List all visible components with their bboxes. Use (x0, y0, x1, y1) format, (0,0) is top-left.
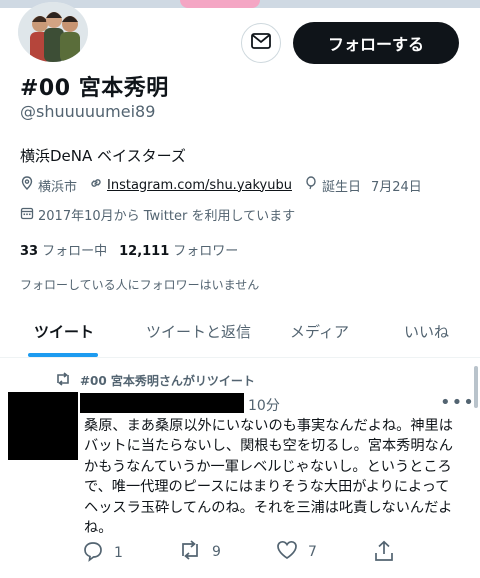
birthday-date: 7月24日 (370, 179, 422, 195)
retweet-label[interactable]: #00 宮本秀明さんがリツイート (80, 372, 255, 389)
tweet-line: かもうなんていうか一軍レベルじゃないし。というところ (84, 458, 452, 475)
scrollbar[interactable] (474, 366, 478, 408)
tab-likes[interactable]: いいね (404, 321, 449, 342)
heart-icon (276, 540, 308, 564)
tweet-line: で、唯一代理のピースにはまりそうな大田がよりによって (84, 479, 450, 496)
like-button[interactable]: 7 (276, 540, 317, 564)
following-label: フォロー中 (42, 244, 108, 259)
link-icon (89, 176, 107, 194)
joined-info: 2017年10月から Twitter を利用しています (20, 205, 295, 224)
calendar-icon (20, 206, 38, 224)
balloon-icon (304, 176, 322, 194)
retweet-button[interactable]: 9 (178, 540, 221, 564)
tab-tweets-and-replies[interactable]: ツイートと返信 (146, 321, 251, 342)
followers-label: フォロワー (173, 244, 239, 259)
tab-media[interactable]: メディア (290, 321, 349, 342)
profile-handle: @shuuuuumei89 (20, 102, 156, 121)
tweet-actions: 1 9 7 (82, 540, 462, 566)
reply-count: 1 (114, 545, 123, 561)
more-options-button[interactable]: ••• (440, 392, 475, 413)
following-count: 33 (20, 244, 39, 259)
reply-button[interactable]: 1 (82, 540, 123, 566)
tab-tweets[interactable]: ツイート (34, 321, 94, 342)
retweet-icon (54, 372, 80, 389)
birthday-item: 誕生日 7月24日 (304, 176, 422, 195)
share-icon (374, 540, 404, 566)
share-button[interactable] (374, 540, 404, 566)
website-item[interactable]: Instagram.com/shu.yakyubu (89, 176, 292, 194)
redacted-avatar (8, 392, 78, 460)
avatar[interactable] (18, 2, 88, 62)
retweet-icon (178, 540, 212, 564)
mail-icon (251, 33, 271, 53)
profile-name: #00 宮本秀明 (20, 76, 169, 101)
profile-bio: 横浜DeNA ベイスターズ (20, 147, 186, 165)
banner-artwork (180, 0, 260, 8)
location-pin-icon (20, 176, 38, 194)
profile-tabs: ツイート ツイートと返信 メディア いいね (0, 307, 480, 358)
tweet-line: 桑原、まあ桑原以外にいないのも事実なんだよね。神里は (84, 418, 453, 434)
tweet-line: ヘッスラ玉砕してんのね。それを三浦は叱責しないんだよ (84, 499, 453, 516)
message-button[interactable] (241, 23, 281, 63)
retweet-context: #00 宮本秀明さんがリツイート (54, 372, 255, 389)
followers-link[interactable]: 12,111 フォロワー (119, 240, 238, 259)
redacted-author (80, 393, 244, 413)
profile-meta: 横浜市 Instagram.com/shu.yakyubu 誕生日 7月24日 (20, 175, 434, 195)
location-item: 横浜市 (20, 176, 77, 195)
tweet-text: 桑原、まあ桑原以外にいないのも事実なんだよね。神里は バットに当たらないし、関根… (84, 416, 460, 538)
joined-text: 2017年10月から Twitter を利用しています (38, 209, 296, 224)
following-link[interactable]: 33 フォロー中 (20, 240, 107, 259)
location-text: 横浜市 (38, 179, 78, 195)
tweet-line: バットに当たらないし、関根も空を切るし。宮本秀明なん (84, 438, 453, 455)
tweet-line: ね。 (84, 520, 113, 537)
website-link[interactable]: Instagram.com/shu.yakyubu (107, 178, 292, 193)
birthday-label: 誕生日 (321, 179, 361, 195)
like-count: 7 (308, 544, 317, 560)
follow-button[interactable]: フォローする (293, 22, 459, 64)
mutual-followers-note: フォローしている人にフォロワーはいません (20, 278, 260, 292)
tweet-time[interactable]: 10分 (248, 395, 280, 415)
retweet-count: 9 (212, 544, 221, 560)
followers-count: 12,111 (119, 244, 170, 259)
follow-counts: 33 フォロー中 12,111 フォロワー (20, 240, 250, 259)
active-tab-indicator (28, 353, 98, 357)
reply-icon (82, 540, 114, 566)
